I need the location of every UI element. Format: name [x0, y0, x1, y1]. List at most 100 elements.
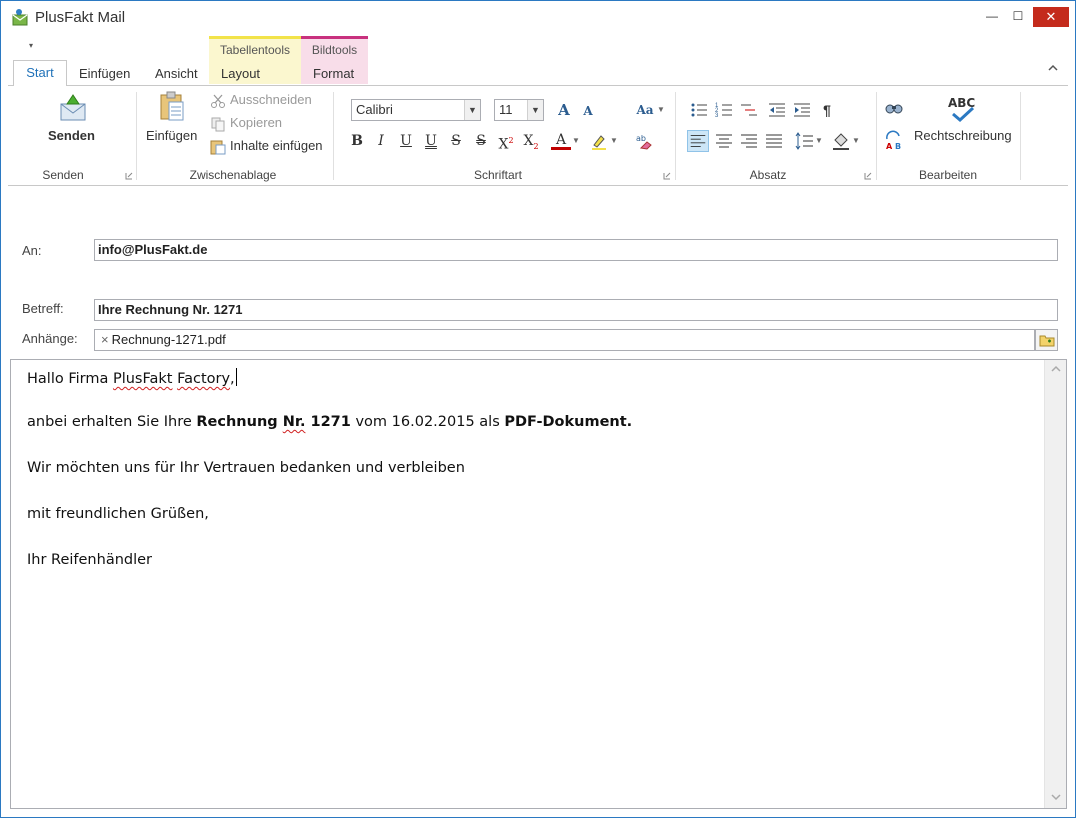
- scroll-up-icon[interactable]: [1045, 364, 1067, 374]
- body-text: anbei erhalten Sie Ihre: [27, 414, 197, 430]
- group-schriftart-label: Schriftart: [473, 168, 522, 182]
- body-text-bold: Rechnung: [196, 414, 283, 430]
- bullet-list-icon[interactable]: [688, 99, 710, 121]
- chevron-down-icon[interactable]: ▼: [851, 130, 861, 152]
- remove-attachment-icon[interactable]: ×: [101, 332, 109, 347]
- scroll-down-icon[interactable]: [1045, 792, 1067, 802]
- chevron-down-icon[interactable]: ▼: [571, 130, 581, 152]
- body-text-bold-misspelled: Nr.: [282, 414, 306, 430]
- einfuegen-button[interactable]: Einfügen: [146, 128, 197, 143]
- chevron-down-icon[interactable]: ▼: [527, 100, 543, 120]
- multilevel-list-icon[interactable]: [738, 99, 760, 121]
- app-icon: [12, 9, 28, 26]
- schriftart-launcher-icon[interactable]: [663, 172, 671, 180]
- body-line-intro: anbei erhalten Sie Ihre Rechnung Nr. 127…: [27, 414, 632, 430]
- attachments-field[interactable]: × Rechnung-1271.pdf: [94, 329, 1035, 351]
- spellcheck-icon: ABC: [946, 96, 980, 122]
- inhalte-einfuegen-label: Inhalte einfügen: [230, 138, 323, 153]
- body-text-bold: PDF-Dokument.: [504, 414, 633, 430]
- tab-start[interactable]: Start: [13, 60, 67, 86]
- chevron-down-icon[interactable]: ▼: [464, 100, 480, 120]
- shrink-font-button[interactable]: A: [578, 100, 598, 122]
- checkmark-icon: [952, 106, 975, 122]
- align-center-icon[interactable]: [713, 130, 735, 152]
- justify-icon[interactable]: [763, 130, 785, 152]
- decrease-indent-icon[interactable]: [766, 99, 788, 121]
- font-name-value: Calibri: [356, 102, 393, 117]
- group-bearbeiten-label: Bearbeiten: [918, 168, 978, 182]
- add-attachment-button[interactable]: [1035, 329, 1058, 351]
- superscript-button[interactable]: X2: [496, 130, 516, 153]
- font-name-combo[interactable]: Calibri ▼: [351, 99, 481, 121]
- font-size-value: 11: [499, 102, 513, 117]
- subscript-label: X: [523, 133, 534, 149]
- body-line-greeting: Hallo Firma PlusFakt Factory,: [27, 368, 237, 387]
- numbered-list-icon[interactable]: 123: [713, 99, 735, 121]
- find-icon[interactable]: [884, 100, 904, 116]
- maximize-button[interactable]: ☐: [1003, 1, 1033, 33]
- body-text: ,: [230, 371, 235, 387]
- senden-launcher-icon[interactable]: [125, 172, 133, 180]
- group-separator: [136, 92, 137, 180]
- ribbon: Senden Senden Einfügen Ausschneiden Kopi…: [8, 85, 1068, 186]
- title-bar: PlusFakt Mail — ☐ ✕: [1, 1, 1075, 35]
- absatz-launcher-icon[interactable]: [864, 172, 872, 180]
- mail-window: PlusFakt Mail — ☐ ✕ ▾ Tabellentools Bild…: [0, 0, 1076, 818]
- senden-button[interactable]: Senden: [48, 128, 95, 143]
- clear-formatting-icon[interactable]: ab: [635, 132, 653, 150]
- grow-font-button[interactable]: A: [554, 99, 574, 121]
- kopieren-label: Kopieren: [230, 115, 283, 130]
- scissors-icon: [211, 94, 225, 108]
- ausschneiden-button[interactable]: Ausschneiden: [210, 92, 312, 109]
- betreff-field[interactable]: Ihre Rechnung Nr. 1271: [94, 299, 1058, 321]
- group-zwischenablage-label: Zwischenablage: [189, 168, 277, 182]
- italic-button[interactable]: I: [371, 130, 391, 152]
- an-field[interactable]: info@PlusFakt.de: [94, 239, 1058, 261]
- increase-indent-icon[interactable]: [791, 99, 813, 121]
- ribbon-collapse-icon[interactable]: [1047, 63, 1059, 73]
- font-color-button[interactable]: A: [551, 130, 571, 150]
- chevron-down-icon[interactable]: ▼: [656, 99, 666, 121]
- subscript-button[interactable]: X2: [521, 130, 541, 152]
- message-body-editor[interactable]: Hallo Firma PlusFakt Factory, anbei erha…: [10, 359, 1067, 809]
- close-button[interactable]: ✕: [1033, 7, 1069, 27]
- paste-special-icon: [210, 140, 226, 155]
- show-formatting-button[interactable]: ¶: [816, 99, 838, 121]
- vertical-scrollbar[interactable]: [1044, 360, 1066, 808]
- superscript-label: X: [498, 136, 509, 153]
- chevron-down-icon[interactable]: ▼: [814, 130, 824, 152]
- tab-layout[interactable]: Layout: [221, 66, 260, 81]
- replace-icon[interactable]: A B: [884, 130, 904, 150]
- window-title: PlusFakt Mail: [35, 9, 126, 26]
- paste-icon: [160, 91, 184, 121]
- body-text-misspelled: Factory: [177, 371, 231, 387]
- strikethrough-button[interactable]: S: [446, 130, 466, 152]
- body-text-misspelled: PlusFakt: [112, 371, 173, 387]
- font-size-combo[interactable]: 11 ▼: [494, 99, 544, 121]
- double-underline-button[interactable]: U: [421, 130, 441, 152]
- tab-ansicht[interactable]: Ansicht: [155, 66, 198, 81]
- text-caret: [235, 368, 237, 386]
- underline-button[interactable]: U: [396, 130, 416, 152]
- rechtschreibung-button[interactable]: Rechtschreibung: [914, 128, 1012, 143]
- align-left-icon[interactable]: [687, 130, 709, 152]
- shading-icon[interactable]: [830, 130, 852, 152]
- tab-einfuegen[interactable]: Einfügen: [79, 66, 130, 81]
- inhalte-einfuegen-button[interactable]: Inhalte einfügen: [210, 138, 323, 155]
- an-label: An:: [22, 243, 42, 258]
- align-right-icon[interactable]: [738, 130, 760, 152]
- highlight-icon[interactable]: [590, 133, 608, 151]
- kopieren-button[interactable]: Kopieren: [210, 115, 282, 132]
- chevron-down-icon[interactable]: ▼: [609, 130, 619, 152]
- bold-button[interactable]: B: [347, 130, 367, 152]
- double-strikethrough-button[interactable]: S: [471, 130, 491, 152]
- line-spacing-icon[interactable]: [793, 130, 815, 152]
- ausschneiden-label: Ausschneiden: [230, 92, 312, 107]
- body-text: vom 16.02.2015 als: [350, 414, 505, 430]
- attachment-name[interactable]: Rechnung-1271.pdf: [112, 332, 226, 347]
- quick-access-dropdown-icon[interactable]: ▾: [29, 41, 33, 50]
- tab-format[interactable]: Format: [313, 66, 354, 81]
- change-case-button[interactable]: Aa: [632, 99, 658, 121]
- body-line-closing: mit freundlichen Grüßen,: [27, 506, 209, 522]
- copy-icon: [211, 117, 225, 132]
